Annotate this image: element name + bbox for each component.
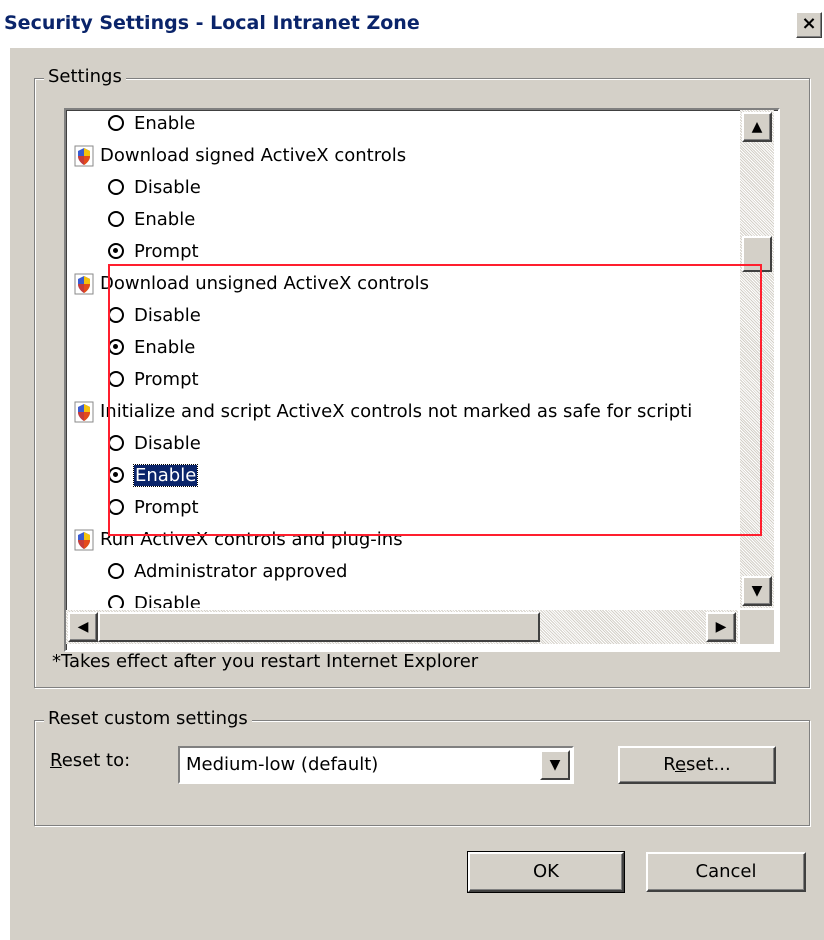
vertical-scroll-thumb[interactable] <box>742 236 772 272</box>
reset-button-text-b: set... <box>686 754 731 775</box>
close-button[interactable]: × <box>796 12 822 38</box>
reset-button-mnemonic: e <box>674 754 687 775</box>
title-bar: Security Settings - Local Intranet Zone … <box>0 0 824 48</box>
option-label: Prompt <box>134 369 199 390</box>
scroll-down-button[interactable]: ▼ <box>742 576 772 606</box>
option-row[interactable]: Administrator approved <box>108 556 347 588</box>
close-icon: × <box>801 13 817 34</box>
option-row[interactable]: Disable <box>108 428 201 460</box>
radio-button[interactable] <box>108 115 124 131</box>
option-label: Disable <box>134 305 201 326</box>
scrollbar-corner <box>740 610 774 644</box>
reset-to-label-mnemonic: R <box>50 750 62 771</box>
restart-note: *Takes effect after you restart Internet… <box>52 651 479 672</box>
scroll-left-button[interactable]: ◀ <box>68 612 98 642</box>
ok-button[interactable]: OK <box>467 851 625 893</box>
shield-icon <box>74 401 94 423</box>
option-label: Administrator approved <box>134 561 348 582</box>
radio-button[interactable] <box>108 499 124 515</box>
option-row[interactable]: Enable <box>108 110 195 140</box>
category-row[interactable]: Initialize and script ActiveX controls n… <box>74 396 692 428</box>
chevron-down-icon: ▼ <box>549 757 561 773</box>
option-row[interactable]: Enable <box>108 332 195 364</box>
reset-to-label-text: eset to: <box>61 750 131 771</box>
arrow-right-icon: ▶ <box>715 619 727 635</box>
arrow-left-icon: ◀ <box>77 619 89 635</box>
arrow-down-icon: ▼ <box>751 583 763 599</box>
option-row[interactable]: Disable <box>108 300 201 332</box>
settings-list[interactable]: Enable Download signed ActiveX controls Di… <box>64 108 780 652</box>
scroll-right-button[interactable]: ▶ <box>706 612 736 642</box>
category-label: Run ActiveX controls and plug-ins <box>100 529 403 550</box>
radio-button[interactable] <box>108 307 124 323</box>
option-label: Enable <box>134 209 196 230</box>
reset-to-dropdown[interactable]: Medium-low (default) ▼ <box>178 746 574 784</box>
option-label: Enable <box>132 464 199 487</box>
settings-tree: Enable Download signed ActiveX controls Di… <box>66 110 738 608</box>
option-row[interactable]: Prompt <box>108 364 199 396</box>
category-row[interactable]: Run ActiveX controls and plug-ins <box>74 524 403 556</box>
settings-legend: Settings <box>44 66 126 87</box>
radio-button[interactable] <box>108 467 124 483</box>
horizontal-scroll-thumb[interactable] <box>98 612 540 642</box>
radio-button[interactable] <box>108 339 124 355</box>
option-row[interactable]: Enable <box>108 204 195 236</box>
option-label: Prompt <box>134 241 199 262</box>
ok-label: OK <box>533 861 559 882</box>
reset-to-value: Medium-low (default) <box>186 754 379 775</box>
category-label: Initialize and script ActiveX controls n… <box>100 401 693 422</box>
category-label: Download unsigned ActiveX controls <box>100 273 429 294</box>
category-row[interactable]: Download signed ActiveX controls <box>74 140 406 172</box>
radio-button[interactable] <box>108 371 124 387</box>
reset-legend: Reset custom settings <box>44 708 252 729</box>
cancel-button[interactable]: Cancel <box>646 852 806 892</box>
option-label: Disable <box>134 433 201 454</box>
option-label: Disable <box>134 177 201 198</box>
radio-button[interactable] <box>108 563 124 579</box>
option-row[interactable]: Prompt <box>108 236 199 268</box>
category-label: Download signed ActiveX controls <box>100 145 407 166</box>
arrow-up-icon: ▲ <box>751 119 763 135</box>
cancel-label: Cancel <box>695 861 757 882</box>
radio-button[interactable] <box>108 243 124 259</box>
option-row[interactable]: Disable <box>108 588 201 608</box>
option-label: Enable <box>134 113 196 134</box>
reset-button-text-a: R <box>663 754 675 775</box>
category-row[interactable]: Download unsigned ActiveX controls <box>74 268 429 300</box>
radio-button[interactable] <box>108 179 124 195</box>
reset-to-label: Reset to: <box>50 750 130 771</box>
option-row[interactable]: Prompt <box>108 492 199 524</box>
option-label: Prompt <box>134 497 199 518</box>
scroll-up-button[interactable]: ▲ <box>742 112 772 142</box>
shield-icon <box>74 529 94 551</box>
option-label: Disable <box>134 593 201 608</box>
radio-button[interactable] <box>108 435 124 451</box>
dropdown-button[interactable]: ▼ <box>540 750 570 780</box>
shield-icon <box>74 273 94 295</box>
shield-icon <box>74 145 94 167</box>
window-title: Security Settings - Local Intranet Zone <box>4 12 420 34</box>
vertical-scrollbar[interactable]: ▲ ▼ <box>740 110 774 608</box>
horizontal-scrollbar[interactable]: ◀ ▶ <box>66 610 738 644</box>
reset-button[interactable]: Reset... <box>618 746 776 784</box>
option-row[interactable]: Disable <box>108 172 201 204</box>
radio-button[interactable] <box>108 211 124 227</box>
radio-button[interactable] <box>108 595 124 608</box>
option-label: Enable <box>134 337 196 358</box>
option-row[interactable]: Enable <box>108 460 199 492</box>
